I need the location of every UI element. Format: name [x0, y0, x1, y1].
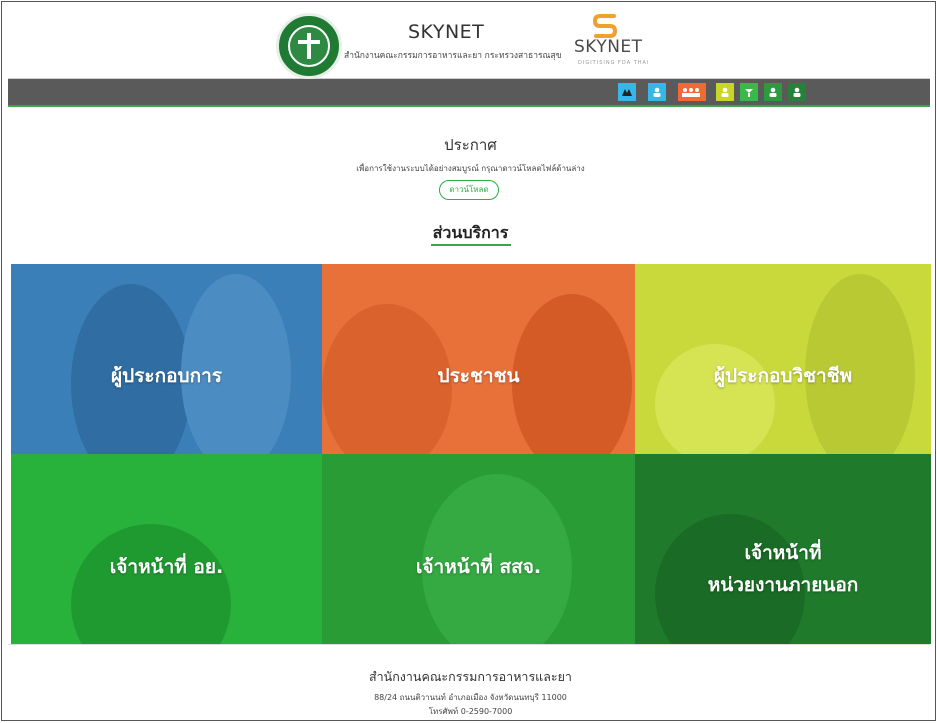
group-icon[interactable] [678, 83, 706, 101]
announcement-title: ประกาศ [444, 136, 497, 154]
tile-label-line2: หน่วยงานภายนอก [707, 574, 859, 596]
download-button[interactable]: ดาวน์โหลด [439, 180, 499, 200]
tile-label: เจ้าหน้าที่ อย. [109, 556, 224, 578]
staff-icon[interactable] [740, 83, 758, 101]
tile-professional[interactable]: ผู้ประกอบวิชาชีพ [635, 264, 931, 454]
tile-label: ประชาชน [437, 365, 520, 387]
site-title: SKYNET [408, 21, 485, 43]
ministry-seal-logo [276, 13, 342, 79]
user-icon[interactable] [648, 83, 666, 101]
skynet-fda-logo: SKYNET DIGITISING FDA THAI [574, 10, 648, 72]
footer-address: 88/24 ถนนติวานนท์ อำเภอเมือง จังหวัดนนทบ… [374, 693, 567, 702]
tile-label: เจ้าหน้าที่ สสจ. [415, 556, 542, 578]
tile-label-line1: เจ้าหน้าที่ [744, 542, 822, 564]
skynet-s-icon [592, 14, 618, 38]
tile-entrepreneur[interactable]: ผู้ประกอบการ [11, 264, 322, 454]
site-subtitle: สำนักงานคณะกรรมการอาหารและยา กระทรวงสาธา… [344, 51, 562, 61]
tile-external-officer[interactable]: เจ้าหน้าที่ หน่วยงานภายนอก [635, 454, 931, 644]
skynet-tagline: DIGITISING FDA THAI [578, 60, 650, 66]
announcement-text: เพื่อการใช้งานระบบได้อย่างสมบูรณ์ กรุณาด… [356, 164, 585, 173]
page-frame: SKYNET สำนักงานคณะกรรมการอาหารและยา กระท… [1, 1, 936, 721]
footer-divider [8, 644, 930, 645]
services-title: ส่วนบริการ [432, 223, 509, 242]
tile-label: ผู้ประกอบการ [111, 365, 222, 387]
tile-public[interactable]: ประชาชน [322, 264, 635, 454]
officer-icon[interactable] [764, 83, 782, 101]
footer-phone: โทรศัพท์ 0-2590-7000 [428, 707, 513, 716]
footer-org-name: สำนักงานคณะกรรมการอาหารและยา [369, 669, 572, 684]
top-nav-bar [8, 79, 930, 107]
system-icon[interactable] [618, 83, 636, 101]
external-icon[interactable] [788, 83, 806, 101]
site-header: SKYNET สำนักงานคณะกรรมการอาหารและยา กระท… [8, 8, 930, 79]
skynet-logo-text: SKYNET [574, 37, 643, 57]
professional-icon[interactable] [716, 83, 734, 101]
tile-provincial-officer[interactable]: เจ้าหน้าที่ สสจ. [322, 454, 635, 644]
tile-fda-officer[interactable]: เจ้าหน้าที่ อย. [11, 454, 322, 644]
service-tiles: ผู้ประกอบการ ประชาชน ผู้ประกอบวิชาชีพ เจ… [11, 264, 931, 644]
tile-label: ผู้ประกอบวิชาชีพ [713, 365, 853, 387]
services-title-underline [431, 244, 511, 246]
